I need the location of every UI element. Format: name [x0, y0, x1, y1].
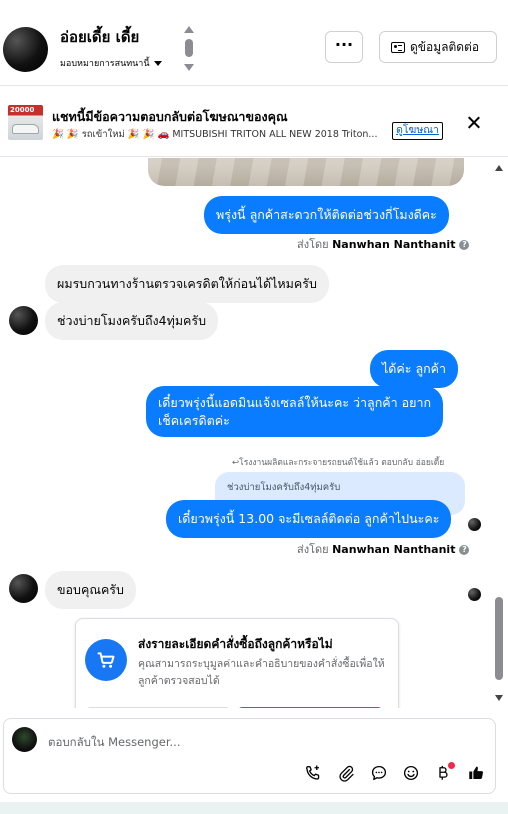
sender-name: Nanwhan Nanthanit [332, 238, 456, 251]
emoji-icon[interactable] [402, 764, 420, 782]
order-card-primary-button[interactable] [238, 707, 382, 708]
message-bubble-outgoing[interactable]: เดี๋ยวพรุ่งนี้ 13.00 จะมีเซลล์ติดต่อ ลูก… [166, 500, 452, 538]
sent-by-label: ส่งโดย Nanwhan Nanthanit? [297, 540, 470, 558]
scroll-down-arrow-icon[interactable] [495, 695, 503, 701]
phone-plus-icon[interactable] [304, 764, 322, 782]
contact-info-label: ดูข้อมูลติดต่อ [410, 40, 480, 54]
message-bubble-outgoing[interactable]: พรุ่งนี้ ลูกค้าสะดวกให้ติดต่อช่วงกี่โมงด… [204, 196, 449, 234]
order-card-description: คุณสามารถระบุมูลค่าและคำอธิบายของคำสั่งซ… [138, 658, 385, 687]
sent-by-prefix: ส่งโดย [297, 543, 329, 556]
more-options-button[interactable]: ··· [325, 31, 363, 63]
shopping-cart-icon [85, 639, 127, 681]
sent-by-prefix: ส่งโดย [297, 238, 329, 251]
scroll-up-arrow-icon[interactable] [495, 165, 503, 171]
image-attachment[interactable] [148, 158, 464, 186]
arrow-up-icon[interactable] [184, 26, 194, 33]
assign-conversation-label: มอบหมายการสนทนานี้ [60, 59, 150, 69]
contact-avatar[interactable] [3, 27, 48, 72]
order-card-title: ส่งรายละเอียดคำสั่งซื้อถึงลูกค้าหรือไม่ [138, 637, 333, 651]
message-bubble-incoming[interactable]: ช่วงบ่ายโมงครับถึง4ทุ่มครับ [45, 302, 219, 340]
id-card-icon [391, 42, 405, 53]
sent-by-label: ส่งโดย Nanwhan Nanthanit? [297, 235, 470, 253]
message-composer [3, 718, 496, 794]
order-card-secondary-button[interactable] [86, 707, 230, 708]
sender-name: Nanwhan Nanthanit [332, 543, 456, 556]
question-icon[interactable]: ? [459, 545, 470, 555]
thread-scrollbar-thumb[interactable] [495, 597, 503, 680]
message-thread[interactable]: พรุ่งนี้ ลูกค้าสะดวกให้ติดต่อช่วงกี่โมงด… [0, 158, 508, 708]
page-avatar [12, 727, 37, 752]
contact-info-button[interactable]: ดูข้อมูลติดต่อ [379, 31, 497, 63]
ad-thumbnail[interactable]: 20000 [8, 105, 43, 140]
message-bubble-incoming[interactable]: ขอบคุณครับ [45, 571, 136, 609]
paperclip-icon[interactable] [337, 764, 355, 782]
ad-banner-title: แชทนี้มีข้อความตอบกลับต่อโฆษณาของคุณ [52, 109, 288, 124]
car-image [12, 124, 39, 134]
ad-reply-banner: 20000 แชทนี้มีข้อความตอบกลับต่อโฆษณาของค… [0, 87, 508, 157]
ad-thumbnail-price: 20000 [10, 106, 35, 114]
seen-avatar [468, 518, 481, 531]
notification-dot [448, 762, 455, 769]
thumbs-up-icon[interactable] [467, 764, 485, 782]
contact-name[interactable]: อ่อยเดี้ย เดี้ย [60, 25, 139, 49]
view-ad-link[interactable]: ดูโฆษณา [392, 122, 443, 140]
seen-avatar [468, 588, 481, 601]
ad-banner-description: 🎉 🎉 รถเข้าใหม่ 🎉 🎉 🚗 MITSUBISHI TRITON A… [52, 129, 378, 140]
contact-avatar-small[interactable] [9, 574, 38, 603]
message-line: เดี๋ยวพรุ่งนี้แอดมินแจ้งเซลล์ให้นะคะ ว่า… [158, 395, 432, 410]
scroller-thumb[interactable] [185, 39, 193, 57]
question-icon[interactable]: ? [459, 240, 470, 250]
message-line: เช็คเครดิตค่ะ [158, 413, 230, 428]
message-bubble-incoming[interactable]: ผมรบกวนทางร้านตรวจเครดิตให้ก่อนได้ไหมครั… [45, 265, 329, 303]
reply-context-note: ↩โรงงานผลิตและกระจายรถยนต์ใช้แล้ว ตอบกลั… [232, 458, 445, 468]
chat-bubble-icon[interactable] [370, 764, 388, 782]
conversation-nav-scroller[interactable] [184, 26, 194, 72]
caret-down-icon [153, 61, 162, 66]
conversation-header: อ่อยเดี้ย เดี้ย มอบหมายการสนทนานี้ ··· ด… [0, 8, 508, 86]
messenger-conversation-pane: อ่อยเดี้ย เดี้ย มอบหมายการสนทนานี้ ··· ด… [0, 0, 508, 814]
assign-conversation-dropdown[interactable]: มอบหมายการสนทนานี้ [60, 56, 162, 70]
message-bubble-outgoing[interactable]: เดี๋ยวพรุ่งนี้แอดมินแจ้งเซลล์ให้นะคะ ว่า… [146, 386, 444, 437]
order-details-prompt-card: ส่งรายละเอียดคำสั่งซื้อถึงลูกค้าหรือไม่ … [75, 618, 399, 708]
message-bubble-outgoing[interactable]: ได้ค่ะ ลูกค้า [370, 350, 459, 388]
reply-input[interactable] [48, 733, 468, 751]
close-icon[interactable] [466, 115, 482, 131]
contact-avatar-small[interactable] [9, 306, 38, 335]
arrow-down-icon[interactable] [184, 64, 194, 71]
bottom-strip [0, 802, 508, 814]
